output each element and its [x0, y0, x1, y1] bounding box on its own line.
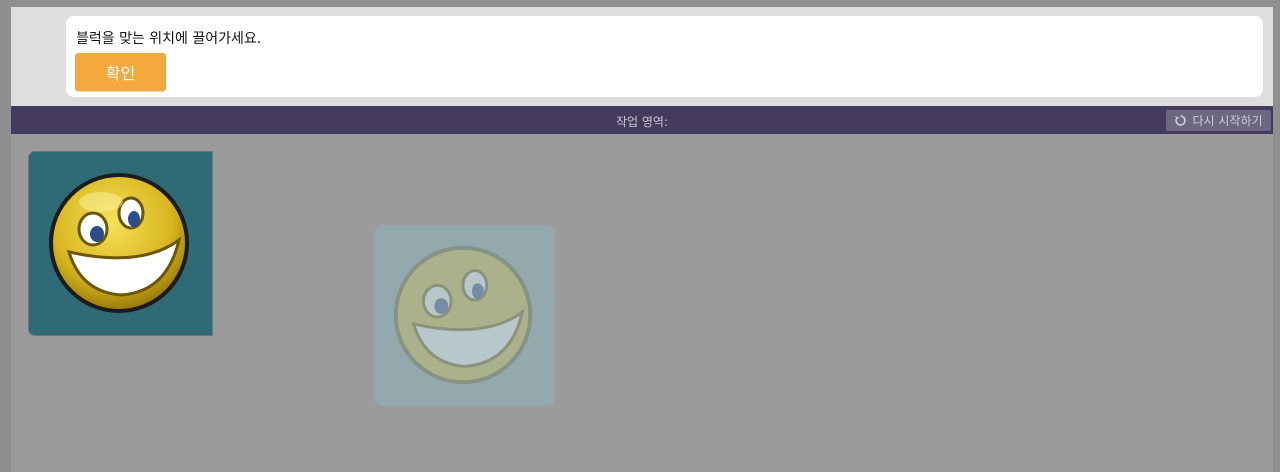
confirm-button[interactable]: 확인	[75, 53, 166, 91]
refresh-icon	[1175, 115, 1187, 126]
workspace-label: 작업 영역:	[615, 115, 669, 129]
smiley-face-icon	[393, 245, 533, 385]
restart-button[interactable]: 다시 시작하기	[1166, 110, 1271, 131]
workspace-bar: 작업 영역: 다시 시작하기	[11, 106, 1273, 134]
smiley-face-icon	[49, 173, 189, 313]
instruction-text: 블럭을 맞는 위치에 끌어가세요.	[76, 31, 262, 47]
draggable-smiley-block[interactable]	[29, 152, 212, 335]
activity-frame: 블럭을 맞는 위치에 끌어가세요. 확인 작업 영역: 다시 시작하기	[11, 7, 1273, 472]
instruction-card: 블럭을 맞는 위치에 끌어가세요. 확인	[66, 16, 1263, 97]
work-area	[11, 134, 1273, 472]
drop-target-slot[interactable]	[374, 225, 555, 406]
instruction-area: 블럭을 맞는 위치에 끌어가세요. 확인	[11, 7, 1273, 106]
restart-label: 다시 시작하기	[1192, 114, 1263, 128]
